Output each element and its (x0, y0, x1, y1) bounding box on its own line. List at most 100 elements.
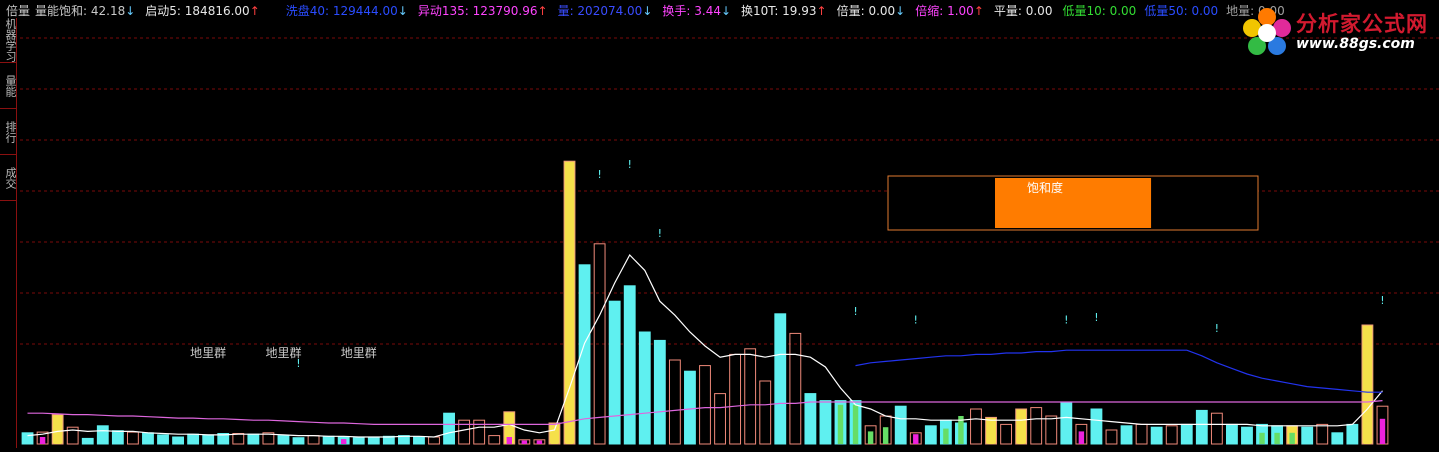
arrow-down-icon: ↓ (125, 4, 136, 18)
volume-bar (277, 435, 290, 445)
signal-bar (867, 431, 874, 444)
indicator-header: 倍量 量能饱和: 42.18↓ 启动5: 184816.00↑ 洗盘40: 12944… (6, 2, 1291, 19)
volume-bar (247, 433, 260, 445)
sidebar-tab[interactable]: 量能 (0, 64, 16, 109)
header-item: 异动135: 123790.96↑ (418, 4, 548, 18)
saturation-label: 饱和度 (1027, 180, 1063, 195)
logo-title: 分析家公式网 (1296, 12, 1428, 36)
volume-bar (924, 425, 937, 445)
volume-bar (759, 380, 772, 445)
volume-bar (413, 436, 425, 445)
volume-bar-fill (1363, 327, 1371, 444)
signal-bar (536, 440, 543, 444)
sidebar-tab[interactable]: 排行 (0, 110, 16, 155)
signal-bar (943, 428, 949, 444)
signal-bar (1289, 432, 1295, 444)
sidebar-tab[interactable]: 成交 (0, 156, 16, 201)
header-item-text: 低量10: 0.00 (1062, 4, 1137, 18)
arrow-up-icon: ↑ (537, 4, 548, 18)
signal-bar (1259, 432, 1265, 444)
volume-bar (1030, 407, 1043, 445)
header-item: 量能饱和: 42.18↓ (35, 4, 135, 18)
volume-bar (322, 435, 335, 445)
volume-bar (1241, 426, 1253, 445)
logo-url: www.88gs.com (1296, 36, 1415, 52)
header-item: 低量50: 0.00 (1144, 4, 1218, 18)
site-logo: 分析家公式网 www.88gs.com (1240, 4, 1435, 64)
signal-marker: ! (914, 314, 918, 327)
volume-bar (157, 434, 169, 445)
flower-logo-icon (1243, 8, 1291, 55)
saturation-fill (995, 178, 1152, 228)
signal-bar (1379, 418, 1386, 444)
volume-bar (428, 436, 440, 445)
volume-bar (111, 430, 124, 445)
volume-bar-fill (54, 416, 62, 444)
volume-bar (1316, 423, 1329, 445)
signal-bar (882, 427, 889, 444)
sidebar-tab[interactable]: 机器学习 (0, 18, 16, 63)
volume-bar (774, 313, 787, 445)
signal-marker: ! (853, 305, 857, 318)
header-item: 倍量 (6, 4, 30, 18)
volume-bar (1045, 415, 1058, 445)
volume-bar (1331, 432, 1344, 445)
header-item-text: 倍量 (6, 4, 31, 18)
series-line (855, 349, 1383, 393)
header-item-text: 异动135: 123790.96 (417, 4, 538, 18)
header-item-text: 平量: 0.00 (993, 4, 1053, 18)
signal-marker: ! (1094, 311, 1098, 324)
arrow-down-icon: ↓ (397, 4, 408, 18)
annotation-label: 地里群 (341, 346, 377, 360)
volume-bar (1135, 423, 1148, 445)
volume-bar (232, 433, 245, 445)
header-item-text: 洗盘40: 129444.00 (285, 4, 398, 18)
volume-bar-fill (987, 419, 995, 444)
arrow-up-icon: ↑ (816, 4, 827, 18)
volume-bar (81, 437, 94, 445)
signal-bar (913, 434, 919, 444)
arrow-down-icon: ↓ (895, 4, 906, 18)
series-line (27, 253, 1383, 438)
volume-bar (653, 339, 666, 445)
volume-bar (473, 419, 486, 445)
volume-bar (1120, 425, 1133, 445)
header-item: 洗盘40: 129444.00↓ (286, 4, 408, 18)
volume-bar (292, 437, 305, 445)
header-item: 量: 202074.00↓ (558, 4, 653, 18)
volume-bar (187, 433, 200, 445)
series-line (27, 400, 1383, 425)
volume-bar (352, 437, 365, 445)
volume-bar-fill (551, 425, 558, 444)
volume-bar (804, 393, 817, 445)
volume-bar (970, 408, 982, 445)
volume-bar (744, 348, 757, 445)
volume-bar-fill (1017, 411, 1025, 444)
signal-marker: ! (1215, 322, 1219, 335)
signal-bar (39, 437, 46, 444)
volume-bar-fill (566, 163, 573, 444)
signal-bar (837, 404, 844, 444)
signal-marker: ! (1380, 294, 1384, 307)
volume-bar (96, 425, 109, 445)
volume-bar (729, 353, 742, 445)
signal-marker: ! (628, 158, 632, 171)
signal-bar (340, 439, 347, 444)
signal-marker: ! (597, 168, 601, 181)
chart-stage: !!!!!!!!!! 地里群 地里群 地里群 饱和度 (0, 0, 1439, 448)
header-item-text: 量: 202074.00 (557, 4, 643, 18)
header-item-text: 换手: 3.44 (662, 4, 721, 18)
header-item: 低量10: 0.00 (1062, 4, 1136, 18)
volume-bar (21, 432, 34, 445)
volume-bar (1090, 408, 1103, 445)
volume-bar (714, 393, 726, 445)
volume-bar (367, 437, 380, 445)
volume-bar (1346, 423, 1359, 445)
volume-bar (1226, 423, 1238, 445)
volume-bar (126, 431, 139, 445)
arrow-up-icon: ↑ (973, 4, 984, 18)
header-item: 换手: 3.44↓ (662, 4, 731, 18)
volume-bar (488, 435, 501, 445)
volume-bar (1165, 425, 1178, 445)
signal-bar (1274, 432, 1280, 444)
